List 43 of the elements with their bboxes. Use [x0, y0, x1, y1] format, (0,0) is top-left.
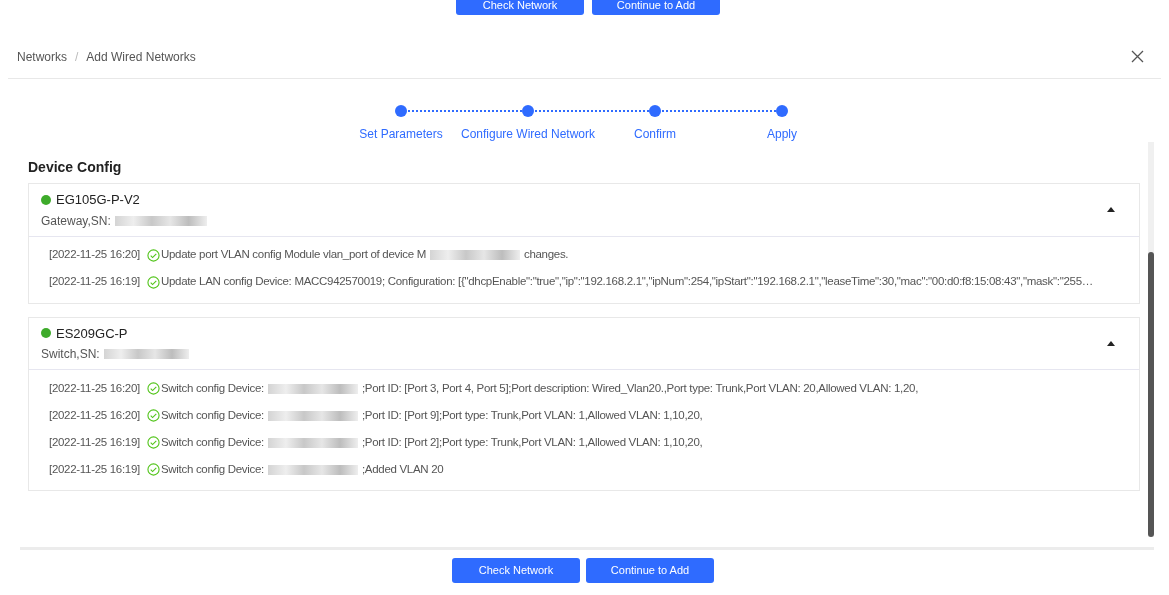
device-name: EG105G-P-V2 — [56, 191, 140, 209]
log-message: Switch config Device: — [160, 407, 264, 423]
log-time: [2022-11-25 16:20] — [49, 247, 140, 263]
serial-label: Gateway,SN: — [41, 212, 111, 230]
log-time: [2022-11-25 16:20] — [49, 407, 140, 423]
log-time: [2022-11-25 16:19] — [49, 434, 140, 450]
step-label: Configure Wired Network — [461, 126, 596, 143]
log-message: Update LAN config Device: MACC942570019; Configuration: [{"dhcpEnable":"true","ip":"192.168.2.1","ipNum":254,"ipStart":"192.168.2.1","leaseTime":30,"mac":"00:d0:f8:15:08:43","mask":"255… — [160, 274, 1093, 290]
step-label: Set Parameters — [359, 126, 443, 143]
breadcrumb-item[interactable]: Networks — [17, 48, 67, 66]
log-message: ;Added VLAN 20 — [361, 461, 444, 477]
success-check-icon — [146, 463, 160, 476]
section-title: Device Config — [28, 158, 123, 177]
device-name: ES209GC-P — [56, 324, 128, 343]
log-message: ;Port ID: [Port 3, Port 4, Port 5];Port description: Wired_Vlan20.,Port type: Trunk,Port VLAN: 20,Allowed VLAN: 1,20, — [361, 380, 919, 396]
success-check-icon — [146, 275, 160, 289]
log-message: changes. — [523, 247, 569, 263]
scrollbar-thumb[interactable] — [1148, 252, 1154, 537]
log-message: ;Port ID: [Port 9];Port type: Trunk,Port VLAN: 1,Allowed VLAN: 1,10,20, — [361, 407, 703, 423]
action-button[interactable]: Check Network — [456, 0, 584, 15]
success-check-icon — [146, 248, 160, 262]
caret-icon[interactable] — [1107, 340, 1115, 346]
serial-label: Switch,SN: — [41, 346, 100, 363]
log-message: Switch config Device: — [160, 461, 264, 477]
step-label: Apply — [767, 126, 797, 143]
close-icon[interactable] — [1131, 50, 1144, 63]
success-check-icon — [146, 436, 160, 449]
caret-icon[interactable] — [1107, 207, 1115, 212]
log-time: [2022-11-25 16:19] — [49, 274, 140, 290]
breadcrumb-separator: / — [75, 49, 79, 66]
success-check-icon — [146, 382, 160, 395]
breadcrumb-item: Add Wired Networks — [86, 49, 196, 66]
log-message: Switch config Device: — [160, 380, 264, 396]
action-button[interactable]: Continue to Add — [592, 0, 720, 15]
log-message: ;Port ID: [Port 2];Port type: Trunk,Port VLAN: 1,Allowed VLAN: 1,10,20, — [361, 434, 703, 450]
log-time: [2022-11-25 16:19] — [49, 461, 140, 477]
step-label: Confirm — [634, 126, 676, 143]
log-time: [2022-11-25 16:20] — [49, 380, 140, 396]
action-button[interactable]: Continue to Add — [586, 558, 714, 583]
log-message: Switch config Device: — [160, 434, 264, 450]
success-check-icon — [146, 409, 160, 422]
log-message: Update port VLAN config Module vlan_port of device M — [160, 247, 426, 263]
action-button[interactable]: Check Network — [452, 558, 580, 583]
